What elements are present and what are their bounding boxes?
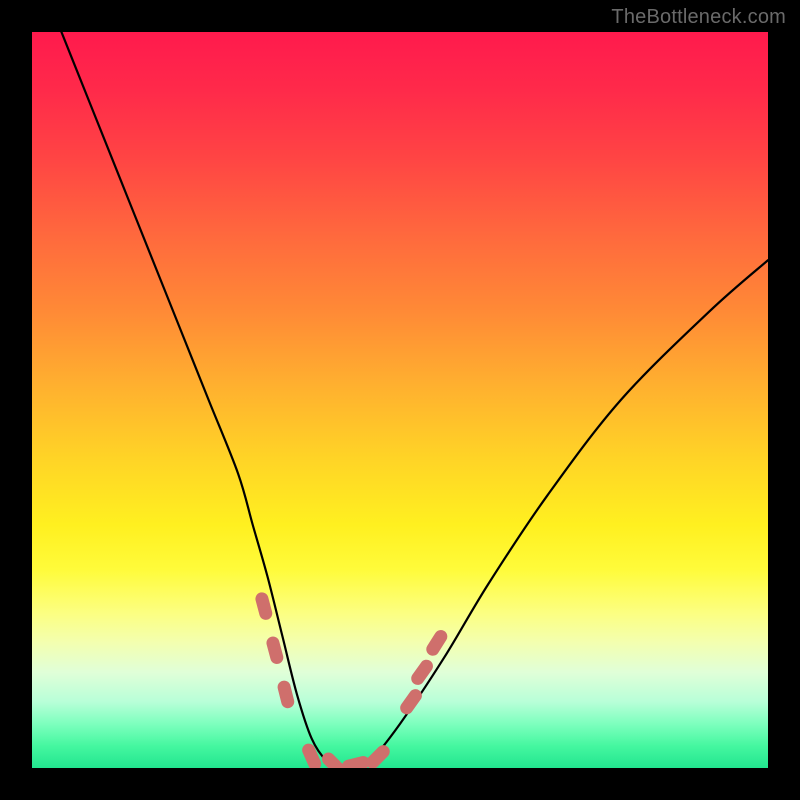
curve-marker (254, 591, 274, 621)
chart-svg (32, 32, 768, 768)
curve-markers (254, 591, 450, 768)
curve-marker (363, 742, 392, 768)
curve-marker (398, 687, 425, 717)
curve-marker (300, 742, 323, 768)
watermark-text: TheBottleneck.com (611, 6, 786, 29)
bottleneck-curve (32, 32, 768, 768)
curve-marker (276, 679, 295, 709)
chart-frame: TheBottleneck.com (0, 0, 800, 800)
curve-marker (409, 657, 436, 687)
plot-area (32, 32, 768, 768)
curve-marker (265, 635, 285, 665)
